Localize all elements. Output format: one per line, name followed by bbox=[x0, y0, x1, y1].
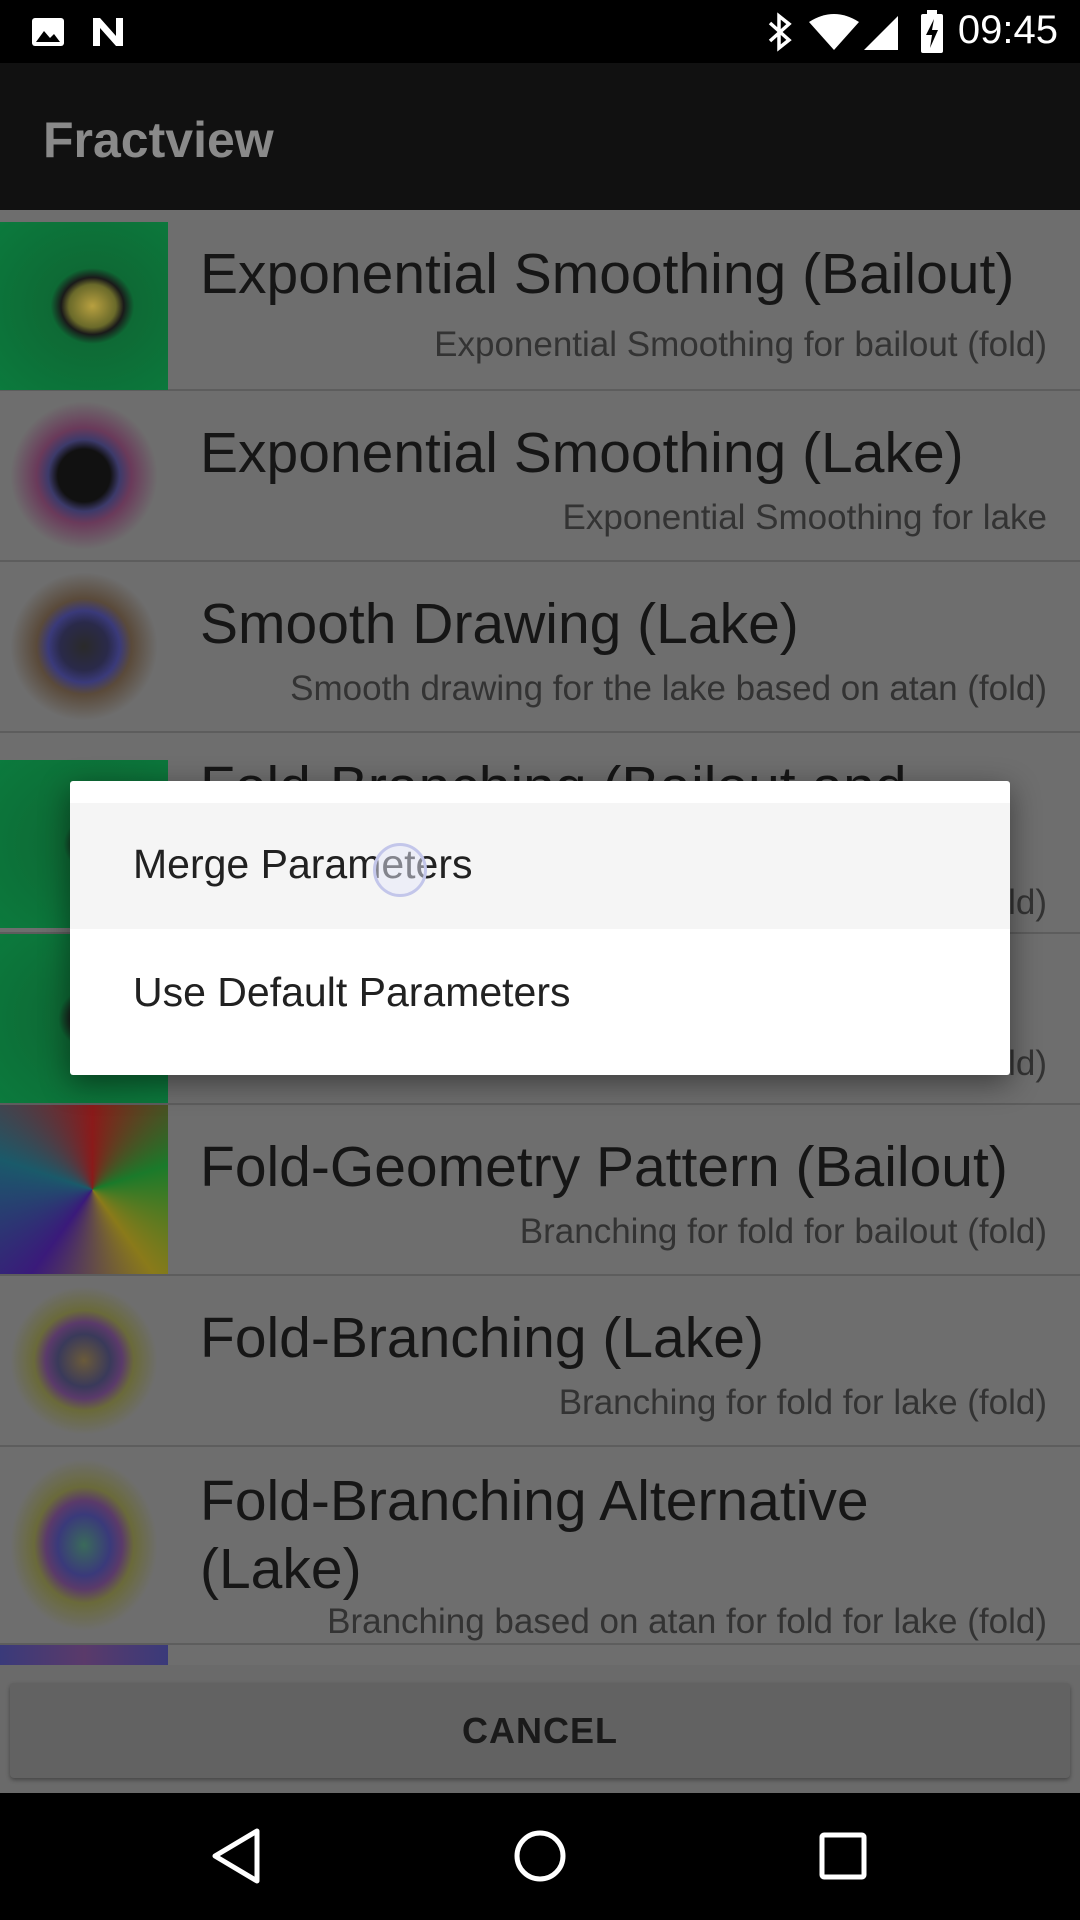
list-item-title: Exponential Smoothing (Lake) bbox=[200, 421, 964, 485]
list-item[interactable]: Fold-Branching (Lake) Branching for fold… bbox=[0, 1276, 1080, 1447]
list-item-subtitle: Exponential Smoothing for bailout (fold) bbox=[434, 325, 1047, 364]
app-bar: Fractview bbox=[0, 63, 1080, 210]
status-bar: 09:45 bbox=[0, 0, 1080, 63]
fractal-thumbnail bbox=[0, 1645, 168, 1665]
signal-icon bbox=[864, 16, 898, 50]
list-item-subtitle: Branching for fold for lake (fold) bbox=[558, 1383, 1047, 1422]
cancel-button[interactable]: CANCEL bbox=[10, 1683, 1070, 1778]
fractal-thumbnail bbox=[0, 1447, 168, 1643]
list-item-title: Exponential Smoothing (Bailout) bbox=[200, 242, 1015, 306]
list-item-title: Fold-Branching Alternative (Lake) bbox=[200, 1469, 869, 1601]
fractal-thumbnail bbox=[0, 391, 168, 560]
use-default-parameters-option[interactable]: Use Default Parameters bbox=[70, 929, 1010, 1055]
list-item-title: Smooth Drawing (Lake) bbox=[200, 592, 799, 656]
fractal-thumbnail bbox=[0, 1105, 168, 1274]
back-icon[interactable] bbox=[202, 1821, 272, 1891]
fractal-thumbnail bbox=[0, 562, 168, 731]
status-time: 09:45 bbox=[957, 8, 1058, 52]
parameters-dialog: Merge Parameters Use Default Parameters bbox=[70, 781, 1010, 1075]
list-item[interactable]: Fold-Branching Alternative (Lake) Branch… bbox=[0, 1447, 1080, 1645]
cancel-bar: CANCEL bbox=[0, 1665, 1080, 1793]
list-item[interactable]: Smooth Drawing (Lake) Smooth drawing for… bbox=[0, 562, 1080, 733]
list-item[interactable]: Fold-Geometry Pattern (Bailout) Branchin… bbox=[0, 1105, 1080, 1276]
list-item-subtitle: Smooth drawing for the lake based on ata… bbox=[290, 669, 1047, 708]
list-item-subtitle: Branching for fold for bailout (fold) bbox=[519, 1212, 1047, 1251]
app-title: Fractview bbox=[43, 112, 274, 168]
list-item-title: Fold-Branching (Lake) bbox=[200, 1306, 764, 1370]
battery-charging-icon bbox=[921, 10, 943, 53]
list-item-title: Fold-Geometry Pattern (Bailout) bbox=[200, 1135, 1008, 1199]
list-item-subtitle: ld) bbox=[1008, 1044, 1047, 1083]
list-item-subtitle: ld) bbox=[1008, 883, 1047, 922]
n-notification-icon bbox=[93, 18, 123, 46]
list-item-subtitle: Branching based on atan for fold for lak… bbox=[327, 1602, 1047, 1641]
fractal-thumbnail bbox=[0, 222, 168, 390]
recents-icon[interactable] bbox=[808, 1821, 878, 1891]
use-default-parameters-label: Use Default Parameters bbox=[133, 969, 571, 1015]
merge-parameters-option[interactable]: Merge Parameters bbox=[70, 803, 1010, 929]
fractal-thumbnail bbox=[0, 1276, 168, 1445]
bluetooth-icon bbox=[768, 12, 792, 52]
list-item[interactable]: Exponential Smoothing (Lake) Exponential… bbox=[0, 391, 1080, 562]
image-notification-icon bbox=[32, 18, 64, 46]
list-item-subtitle: Exponential Smoothing for lake bbox=[562, 498, 1047, 537]
list-item[interactable]: Exponential Smoothing (Bailout) Exponent… bbox=[0, 210, 1080, 391]
wifi-icon bbox=[809, 14, 859, 50]
navigation-bar bbox=[0, 1793, 1080, 1920]
touch-ripple bbox=[373, 843, 427, 897]
home-icon[interactable] bbox=[505, 1821, 575, 1891]
